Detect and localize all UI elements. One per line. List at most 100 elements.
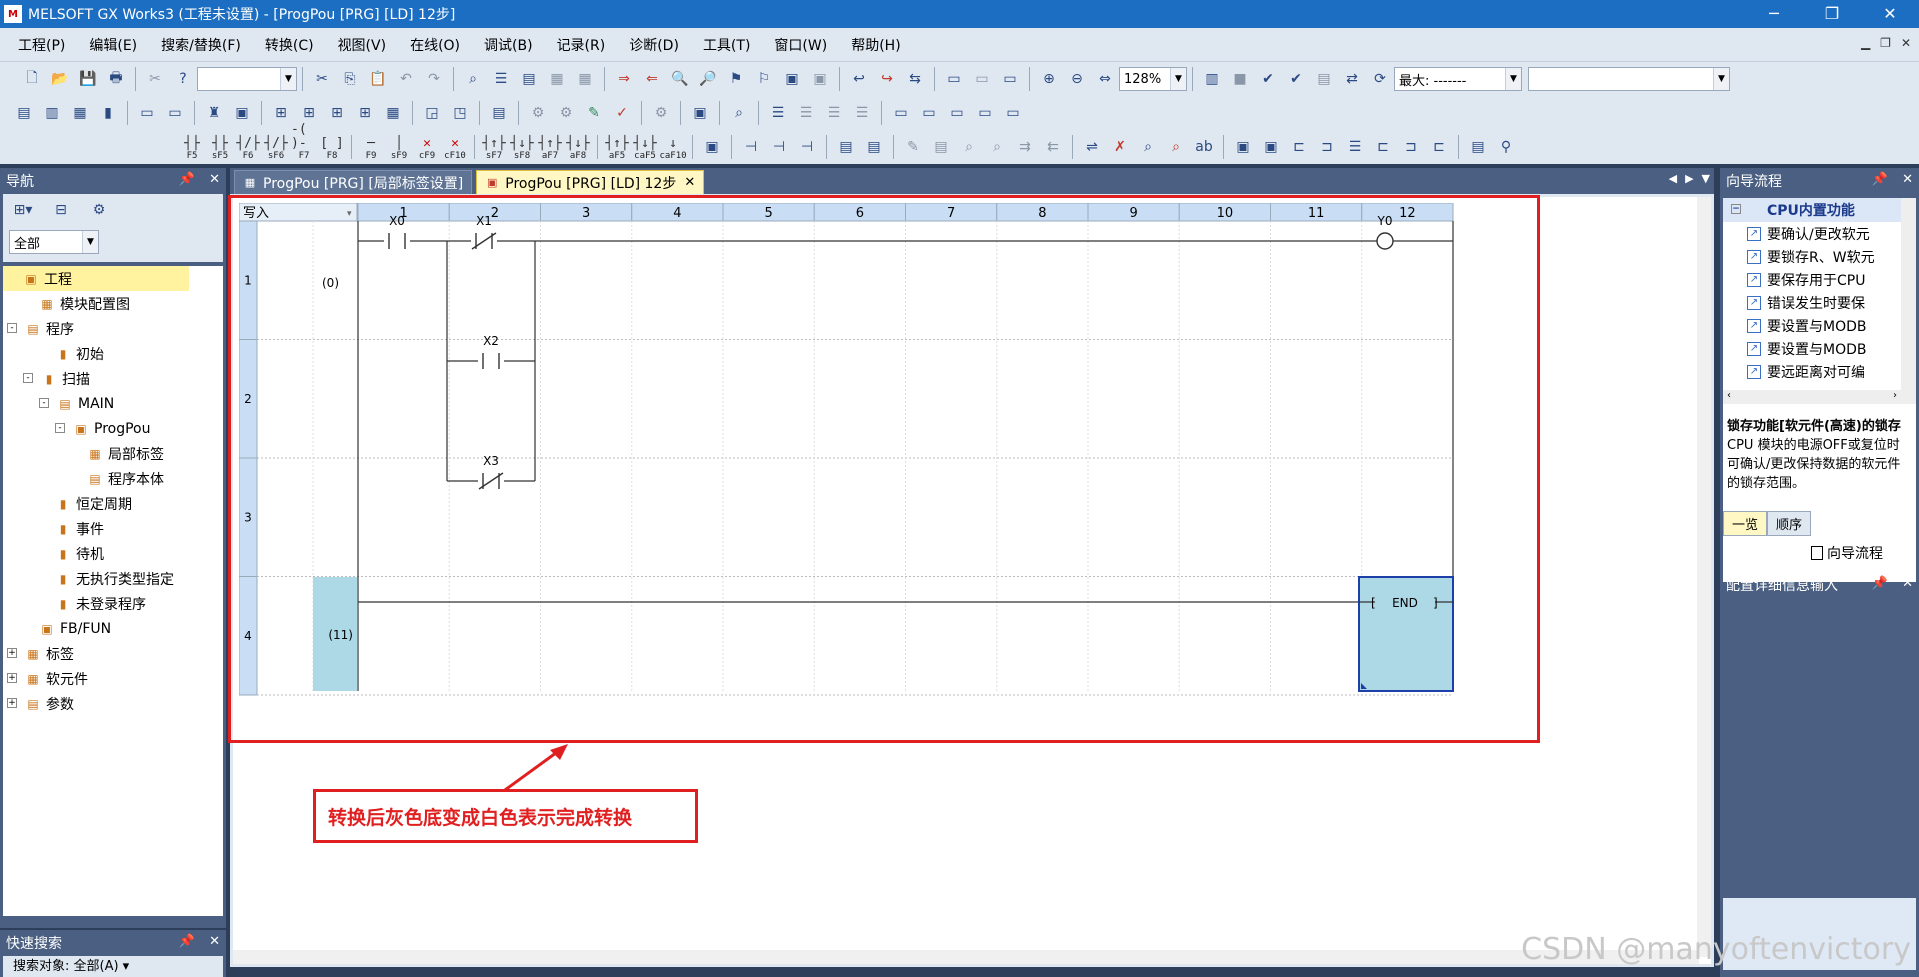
tree-item[interactable]: + ▦ 标签 [3,641,223,666]
guide-item[interactable]: ↗ 错误发生时要保 [1723,291,1901,314]
redo-icon[interactable]: ↷ [422,67,446,91]
window2-icon[interactable]: ▭ [163,101,187,125]
cpu-icon[interactable]: ▤ [1312,67,1336,91]
device-list-icon[interactable]: ☰ [489,67,513,91]
fkey-invert-icon[interactable]: ↓ caF10 [659,133,686,162]
device-search-icon[interactable]: ⌕ [461,67,485,91]
menu-find-replace[interactable]: 搜索/替换(F) [161,35,241,55]
tree-item[interactable]: - ▤ 程序 [3,316,223,341]
menu-convert[interactable]: 转换(C) [265,35,314,55]
layout5-icon[interactable]: ▭ [1001,101,1025,125]
tree-item[interactable]: ▮ 恒定周期 [3,491,223,516]
plc-icon[interactable]: ▥ [1200,67,1224,91]
tab-sequence[interactable]: 顺序 [1767,511,1812,536]
find-icon[interactable]: 🔍 [668,67,692,91]
display2-icon[interactable]: ◳ [448,101,472,125]
ladder-tool-8-icon[interactable]: ▤ [929,135,953,159]
menu-record[interactable]: 记录(R) [557,35,606,55]
tab-overview[interactable]: 一览 [1723,511,1768,536]
expand-icon[interactable]: + [7,673,17,683]
ladder-tool-17-icon[interactable]: ab [1192,135,1216,159]
read-icon[interactable]: ↩ [847,67,871,91]
menu-online[interactable]: 在线(O) [410,35,460,55]
fkey-parallel-rising-icon[interactable]: ┤↑├ aF7 [537,133,563,162]
fkey-rising-pulse-icon[interactable]: ┤↑├ aF5 [604,133,630,162]
tab-close-icon[interactable]: ✕ [684,175,695,190]
paste-icon[interactable]: 📋 [366,67,390,91]
grey-tool2-icon[interactable]: ⚙ [554,101,578,125]
fkey-rising-icon[interactable]: ┤↑├ sF7 [481,133,507,162]
ladder-tool-16-icon[interactable]: ⌕ [1164,135,1188,159]
config-pin-icon[interactable]: 📌 [1872,576,1888,591]
fkey-delete-vline-icon[interactable]: ✕ cF10 [442,133,468,162]
scroll-right-icon[interactable]: › [1893,390,1897,404]
tree-item[interactable]: ▦ 局部标签 [3,441,223,466]
edit-icon[interactable]: ✎ [582,101,606,125]
layout-icon[interactable]: ▭ [889,101,913,125]
network-icon[interactable]: ♜ [202,101,226,125]
tab-prev-icon[interactable]: ◀ [1669,172,1677,185]
tree-item[interactable]: + ▤ 参数 [3,691,223,716]
mdi-restore-icon[interactable]: ❐ [1880,36,1891,50]
tab-parts-selection[interactable]: 部件选择 [1723,542,1803,564]
guide-item[interactable]: ↗ 要确认/更改软元 [1723,222,1901,245]
horizontal-scrollbar[interactable] [233,950,1699,964]
tree-item[interactable]: ▦ 模块配置图 [3,291,223,316]
fkey-no-contact-icon[interactable]: ┤├ F5 [179,133,205,162]
fkey-instruction-icon[interactable]: [ ] F8 [319,133,345,162]
ladder-tool-27-icon[interactable]: ⚲ [1494,135,1518,159]
guide-item[interactable]: ↗ 要保存用于CPU [1723,268,1901,291]
collapse-icon[interactable]: - [55,423,65,433]
guide-hscroll[interactable]: ‹ › [1723,390,1901,404]
tree-item[interactable]: - ▤ MAIN [3,391,223,416]
jump-back-icon[interactable]: ⇐ [640,67,664,91]
mdi-minimize-icon[interactable]: ▁ [1861,36,1870,50]
fkey-nc-contact-icon[interactable]: ┤/├ F6 [235,133,261,162]
ladder-tool-23-icon[interactable]: ⊏ [1371,135,1395,159]
menu-project[interactable]: 工程(P) [18,35,65,55]
menu-diagnostics[interactable]: 诊断(D) [629,35,679,55]
tab-next-icon[interactable]: ▶ [1685,172,1693,185]
layout4-icon[interactable]: ▭ [973,101,997,125]
guide-item[interactable]: ↗ 要设置与MODB [1723,314,1901,337]
collapse-icon[interactable]: - [39,398,49,408]
empty-combo[interactable]: ▼ [1528,67,1730,91]
print-icon[interactable]: 🖶 [104,67,128,91]
mdi-close-icon[interactable]: ✕ [1901,36,1911,50]
ladder-tool-18-icon[interactable]: ▣ [1231,135,1255,159]
check-icon[interactable]: ✔ [1256,67,1280,91]
crossref-icon[interactable]: ▣ [780,67,804,91]
pin-icon[interactable]: 📌 [179,172,195,187]
list3-icon[interactable]: ☰ [822,101,846,125]
tab-list-icon[interactable]: ▼ [1702,172,1710,185]
fkey-parallel-no-contact-icon[interactable]: ┤├ sF5 [207,133,233,162]
ladder-tool-25-icon[interactable]: ⊏ [1427,135,1451,159]
filter-combo[interactable]: 全部 ▼ [9,230,99,254]
stop-icon[interactable]: ■ [1228,67,1252,91]
tree-item[interactable]: ▮ 未登录程序 [3,591,223,616]
copy-icon[interactable]: ⎘ [338,67,362,91]
tree-item[interactable]: + ▦ 软元件 [3,666,223,691]
flag-icon[interactable]: ⚑ [724,67,748,91]
ladder-tool-11-icon[interactable]: ⇉ [1013,135,1037,159]
save-icon[interactable]: 💾 [76,67,100,91]
new-icon[interactable]: 🗋 [20,67,44,91]
search-combo[interactable]: ▼ [197,67,297,91]
collapse-icon[interactable]: - [23,373,33,383]
ladder-tool-15-icon[interactable]: ⌕ [1136,135,1160,159]
vertical-scrollbar[interactable] [1697,197,1711,957]
nav-close-icon[interactable]: ✕ [209,172,220,187]
scroll-left-icon[interactable]: ‹ [1727,390,1731,404]
grey-tool-icon[interactable]: ⚙ [526,101,550,125]
guide-group-collapse-icon[interactable]: − [1731,204,1741,214]
ladder-tool-19-icon[interactable]: ▣ [1259,135,1283,159]
network2-icon[interactable]: ▣ [230,101,254,125]
display-icon[interactable]: ◲ [420,101,444,125]
ladder-tool-6-icon[interactable]: ▤ [862,135,886,159]
write-icon[interactable]: ↪ [875,67,899,91]
cut-icon[interactable]: ✂ [143,67,167,91]
guide-item[interactable]: ↗ 要锁存R、W软元 [1723,245,1901,268]
close-button[interactable]: ✕ [1861,0,1919,28]
guide-pin-icon[interactable]: 📌 [1872,172,1888,187]
ladder-tool-5-icon[interactable]: ▤ [834,135,858,159]
